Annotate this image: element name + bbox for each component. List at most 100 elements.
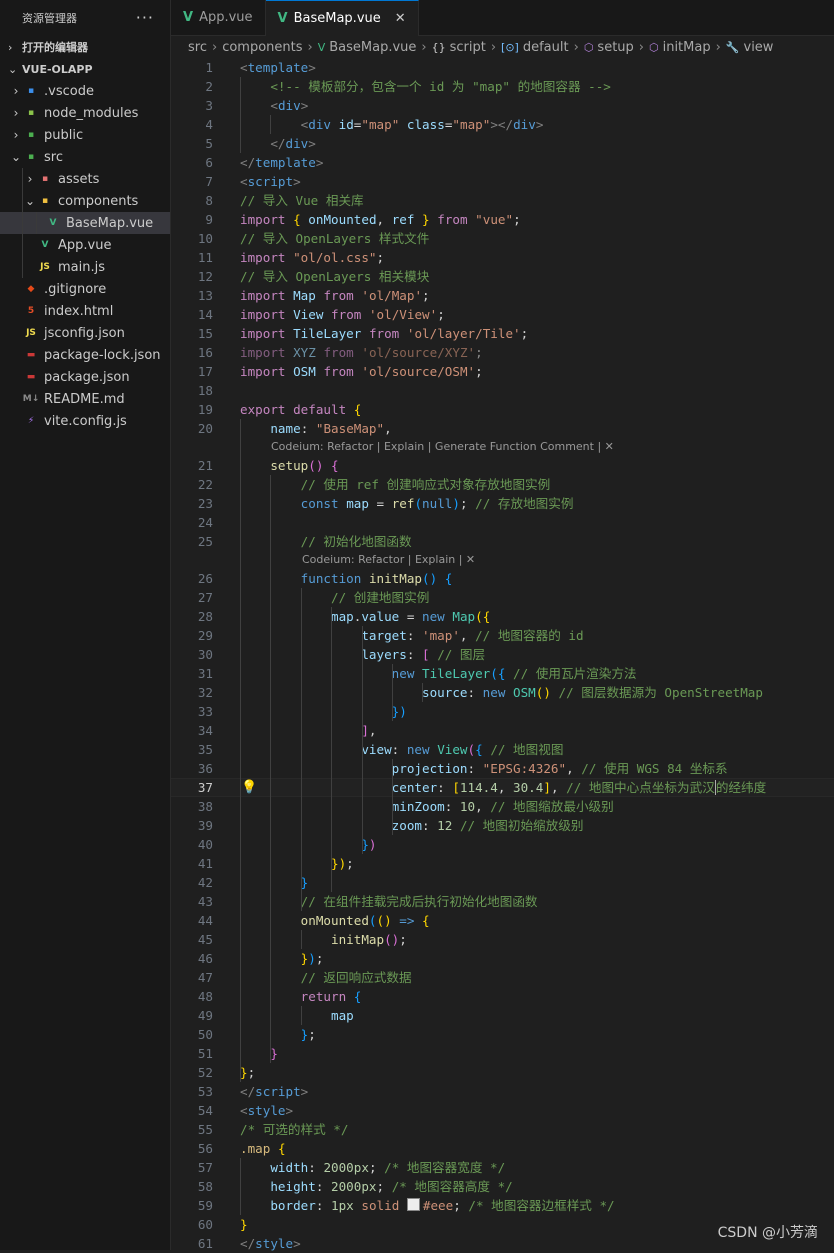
code-token: const bbox=[300, 496, 339, 511]
code-text: // 在组件挂载完成后执行初始化地图函数 bbox=[240, 892, 538, 911]
code-token: { bbox=[277, 1141, 286, 1156]
code-token: => bbox=[399, 913, 415, 928]
code-token: ; bbox=[437, 307, 445, 322]
code-line[interactable]: 19 export default { bbox=[171, 400, 834, 419]
code-token: XYZ bbox=[293, 345, 316, 360]
tree-item[interactable]: 5 index.html bbox=[0, 300, 170, 322]
tree-item[interactable]: ▬ package.json bbox=[0, 366, 170, 388]
tree-item[interactable]: V App.vue bbox=[0, 234, 170, 256]
code-token: return bbox=[300, 989, 347, 1004]
chevron-right-icon: › bbox=[27, 172, 33, 186]
code-token: , bbox=[550, 780, 567, 795]
open-editors-section[interactable]: › 打开的编辑器 bbox=[0, 36, 170, 58]
tree-item[interactable]: ⌄ ▪ src bbox=[0, 146, 170, 168]
code-token: TileLayer bbox=[422, 666, 491, 681]
code-token: template bbox=[247, 60, 309, 75]
code-token: ; bbox=[475, 364, 483, 379]
code-line[interactable]: 11 import "ol/ol.css"; bbox=[171, 248, 834, 267]
code-token: < bbox=[240, 174, 248, 189]
tab-app-vue[interactable]: V App.vue bbox=[171, 0, 266, 35]
chevron-right-icon: › bbox=[13, 84, 19, 98]
code-line[interactable]: 9 import { onMounted, ref } from "vue"; bbox=[171, 210, 834, 229]
tree-item[interactable]: V BaseMap.vue bbox=[0, 212, 170, 234]
code-line[interactable]: 16 import XYZ from 'ol/source/XYZ'; bbox=[171, 343, 834, 362]
code-line[interactable]: 52}; bbox=[171, 1063, 834, 1082]
code-line[interactable]: 1 <template> bbox=[171, 58, 834, 77]
breadcrumb-item[interactable]: [⊙] default bbox=[501, 40, 569, 55]
code-line[interactable]: 53 </script> bbox=[171, 1082, 834, 1101]
tree-item[interactable]: › ▪ node_modules bbox=[0, 102, 170, 124]
tab-basemap-vue[interactable]: V BaseMap.vue ✕ bbox=[265, 0, 419, 36]
code-token: import bbox=[240, 307, 286, 322]
code-token: 1px bbox=[331, 1198, 354, 1213]
line-number: 27 bbox=[197, 590, 213, 605]
tree-item[interactable]: JS main.js bbox=[0, 256, 170, 278]
code-line[interactable]: 13 import Map from 'ol/Map'; bbox=[171, 286, 834, 305]
line-number: 60 bbox=[197, 1217, 213, 1232]
code-line[interactable]: 14 import View from 'ol/View'; bbox=[171, 305, 834, 324]
tree-item[interactable]: › ▪ .vscode bbox=[0, 80, 170, 102]
close-icon[interactable]: ✕ bbox=[395, 11, 406, 26]
code-token: ] bbox=[543, 780, 551, 795]
project-section[interactable]: ⌄ VUE-OLAPP bbox=[0, 58, 170, 80]
tree-item[interactable]: JS jsconfig.json bbox=[0, 322, 170, 344]
folder-vscode-icon: ▪ bbox=[27, 86, 35, 96]
tree-item[interactable]: ⌄ ▪ components bbox=[0, 190, 170, 212]
code-line[interactable]: 58 height: 2000px; /* 地图容器高度 */ bbox=[171, 1177, 834, 1196]
breadcrumb-item[interactable]: ⬡ initMap bbox=[649, 40, 711, 55]
code-text: <template> bbox=[240, 58, 316, 77]
code-line[interactable]: 56 .map { bbox=[171, 1139, 834, 1158]
line-number: 53 bbox=[197, 1084, 213, 1099]
breadcrumb-item[interactable]: ⬡ setup bbox=[584, 40, 634, 55]
code-line[interactable]: 55 /* 可选的样式 */ bbox=[171, 1120, 834, 1139]
tree-item[interactable]: ⚡ vite.config.js bbox=[0, 410, 170, 432]
code-line[interactable]: 18 bbox=[171, 381, 834, 400]
breadcrumb-item[interactable]: {} script bbox=[432, 40, 486, 55]
code-line[interactable]: 12 // 导入 OpenLayers 相关模块 bbox=[171, 267, 834, 286]
code-text: import "ol/ol.css"; bbox=[240, 248, 384, 267]
line-number: 21 bbox=[197, 458, 213, 473]
breadcrumb-item[interactable]: components bbox=[222, 40, 302, 55]
tree-item-label: .gitignore bbox=[44, 281, 107, 297]
breadcrumb-item[interactable]: src bbox=[188, 40, 207, 55]
code-line[interactable]: 54 <style> bbox=[171, 1101, 834, 1120]
code-token: ; bbox=[376, 1179, 392, 1194]
code-token: View bbox=[437, 742, 468, 757]
code-token: minZoom bbox=[391, 799, 445, 814]
codeium-code-lens[interactable]: Codeium: Refactor | Explain | ✕ bbox=[302, 551, 475, 569]
code-line[interactable]: 8 // 导入 Vue 相关库 bbox=[171, 191, 834, 210]
tree-item[interactable]: › ▪ public bbox=[0, 124, 170, 146]
codeium-code-lens[interactable]: Codeium: Refactor | Explain | Generate F… bbox=[271, 438, 614, 456]
code-token: < bbox=[270, 98, 278, 113]
color-swatch[interactable] bbox=[406, 1198, 420, 1211]
tree-item[interactable]: ▬ package-lock.json bbox=[0, 344, 170, 366]
tree-item[interactable]: › ▪ assets bbox=[0, 168, 170, 190]
code-token: // 地图视图 bbox=[490, 742, 564, 757]
tree-item[interactable]: ◆ .gitignore bbox=[0, 278, 170, 300]
code-editor[interactable]: 1 <template> 2 <!-- 模板部分，包含一个 id 为 "map" 的… bbox=[171, 58, 834, 1251]
code-line[interactable]: 10 // 导入 OpenLayers 样式文件 bbox=[171, 229, 834, 248]
code-line[interactable]: 21 setup() { bbox=[171, 456, 834, 475]
breadcrumb-item[interactable]: V BaseMap.vue bbox=[318, 40, 417, 55]
code-line[interactable]: 15 import TileLayer from 'ol/layer/Tile'; bbox=[171, 324, 834, 343]
code-token: from bbox=[368, 326, 400, 341]
code-line[interactable]: 20 name: "BaseMap", bbox=[171, 419, 834, 438]
tree-item[interactable]: M↓ README.md bbox=[0, 388, 170, 410]
code-line[interactable]: 17 import OSM from 'ol/source/OSM'; bbox=[171, 362, 834, 381]
code-line[interactable]: 5 </div> bbox=[171, 134, 834, 153]
breadcrumb-item[interactable]: 🔧 view bbox=[726, 40, 774, 55]
breadcrumb-label: components bbox=[222, 39, 303, 55]
code-token: // 在组件挂载完成后执行初始化地图函数 bbox=[300, 894, 538, 909]
code-line[interactable]: 7 <script> bbox=[171, 172, 834, 191]
code-line[interactable]: 6 </template> bbox=[171, 153, 834, 172]
code-line[interactable]: 59 border: 1px solid #eee; /* 地图容器边框样式 *… bbox=[171, 1196, 834, 1215]
code-line[interactable]: 3 <div> bbox=[171, 96, 834, 115]
code-line[interactable]: 2 <!-- 模板部分，包含一个 id 为 "map" 的地图容器 --> bbox=[171, 77, 834, 96]
lightbulb-icon[interactable]: 💡 bbox=[241, 779, 257, 796]
more-actions-icon[interactable]: ··· bbox=[136, 8, 154, 27]
code-line[interactable]: 57 width: 2000px; /* 地图容器宽度 */ bbox=[171, 1158, 834, 1177]
line-number: 59 bbox=[197, 1198, 213, 1213]
